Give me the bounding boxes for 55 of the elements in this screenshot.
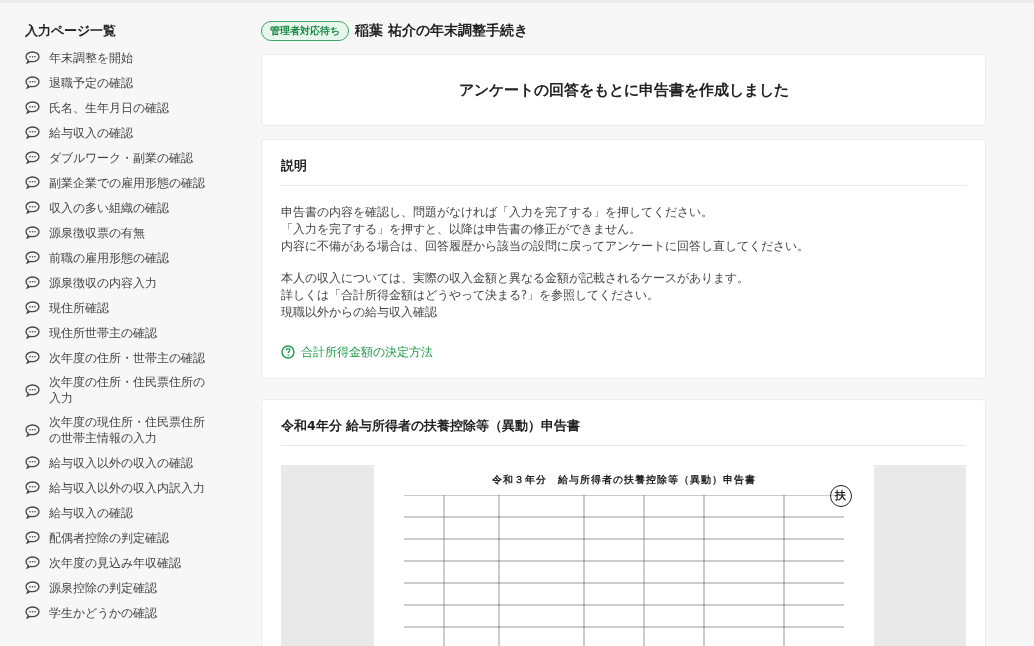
speech-bubble-icon xyxy=(25,51,40,64)
explanation-text: 本人の収入については、実際の収入金額と異なる金額が記載されるケースがあります。 詳しくは「合計所得金額はどうやって決まる?」を参照してください。 現職以外からの給与収入確認 xyxy=(281,270,750,321)
sidebar-item[interactable]: 年末調整を開始 xyxy=(49,49,133,66)
speech-bubble-icon xyxy=(25,76,40,89)
sidebar-item[interactable]: 源泉徴収の内容入力 xyxy=(49,274,157,291)
sidebar-item[interactable]: 源泉控除の判定確認 xyxy=(49,579,157,596)
sidebar-item[interactable]: 給与収入の確認 xyxy=(49,504,133,521)
speech-bubble-icon xyxy=(25,531,40,544)
sidebar-item[interactable]: 学生かどうかの確認 xyxy=(49,604,157,621)
status-badge: 管理者対応待ち xyxy=(261,21,349,41)
speech-bubble-icon xyxy=(25,481,40,494)
help-link[interactable]: 合計所得金額の決定方法 xyxy=(281,344,433,360)
document-heading: 令和３年分 給与所得者の扶養控除等（異動）申告書 xyxy=(491,472,756,487)
sidebar-item[interactable]: 退職予定の確認 xyxy=(49,74,133,91)
sidebar-item[interactable]: 給与収入以外の収入内訳入力 xyxy=(49,479,205,496)
sidebar-item[interactable]: 次年度の現住所・住民票住所の世帯主情報の入力 xyxy=(49,414,207,446)
sidebar-item[interactable]: 給与収入以外の収入の確認 xyxy=(49,454,193,471)
sidebar-item[interactable]: 給与収入の確認 xyxy=(49,124,133,141)
result-message: アンケートの回答をもとに申告書を作成しました xyxy=(458,80,789,100)
speech-bubble-icon xyxy=(25,581,40,594)
page-title: 稲葉 祐介の年末調整手続き xyxy=(355,22,528,40)
speech-bubble-icon xyxy=(25,351,40,364)
card-title: 令和4年分 給与所得者の扶養控除等（異動）申告書 xyxy=(281,399,966,446)
sidebar-item[interactable]: 次年度の住所・世帯主の確認 xyxy=(49,349,205,366)
sidebar-title: 入力ページ一覧 xyxy=(25,22,117,40)
sidebar-item[interactable]: 現住所世帯主の確認 xyxy=(49,324,157,341)
sidebar-item[interactable]: 次年度の住所・住民票住所の入力 xyxy=(49,374,207,406)
speech-bubble-icon xyxy=(25,226,40,239)
sidebar-item[interactable]: 収入の多い組織の確認 xyxy=(49,199,169,216)
speech-bubble-icon xyxy=(25,326,40,339)
card-title: 説明 xyxy=(281,140,966,186)
speech-bubble-icon xyxy=(25,251,40,264)
explanation-text: 申告書の内容を確認し、問題がなければ「入力を完了する」を押してください。 「入力を完了する」を押すと、以降は申告書の修正ができません。 内容に不備がある場合は、回答履歴から該当の設問に戻ってアンケートに回答し直してください。 xyxy=(281,204,810,255)
speech-bubble-icon xyxy=(25,456,40,469)
speech-bubble-icon xyxy=(25,556,40,569)
sidebar-item[interactable]: 次年度の見込み年収確認 xyxy=(49,554,181,571)
sidebar-item[interactable]: 現住所確認 xyxy=(49,299,109,316)
sidebar-item[interactable]: 配偶者控除の判定確認 xyxy=(49,529,169,546)
speech-bubble-icon xyxy=(25,276,40,289)
speech-bubble-icon xyxy=(25,201,40,214)
speech-bubble-icon xyxy=(25,101,40,114)
speech-bubble-icon xyxy=(25,423,40,437)
speech-bubble-icon xyxy=(25,301,40,314)
sidebar-item[interactable]: 副業企業での雇用形態の確認 xyxy=(49,174,205,191)
speech-bubble-icon xyxy=(25,151,40,164)
sidebar-item[interactable]: 源泉徴収票の有無 xyxy=(49,224,145,241)
sidebar-item[interactable]: ダブルワーク・副業の確認 xyxy=(49,149,193,166)
speech-bubble-icon xyxy=(25,506,40,519)
sidebar-item[interactable]: 氏名、生年月日の確認 xyxy=(49,99,169,116)
speech-bubble-icon xyxy=(25,383,40,397)
speech-bubble-icon xyxy=(25,176,40,189)
help-icon xyxy=(281,345,295,360)
speech-bubble-icon xyxy=(25,126,40,139)
sidebar-item[interactable]: 前職の雇用形態の確認 xyxy=(49,249,169,266)
speech-bubble-icon xyxy=(25,606,40,619)
